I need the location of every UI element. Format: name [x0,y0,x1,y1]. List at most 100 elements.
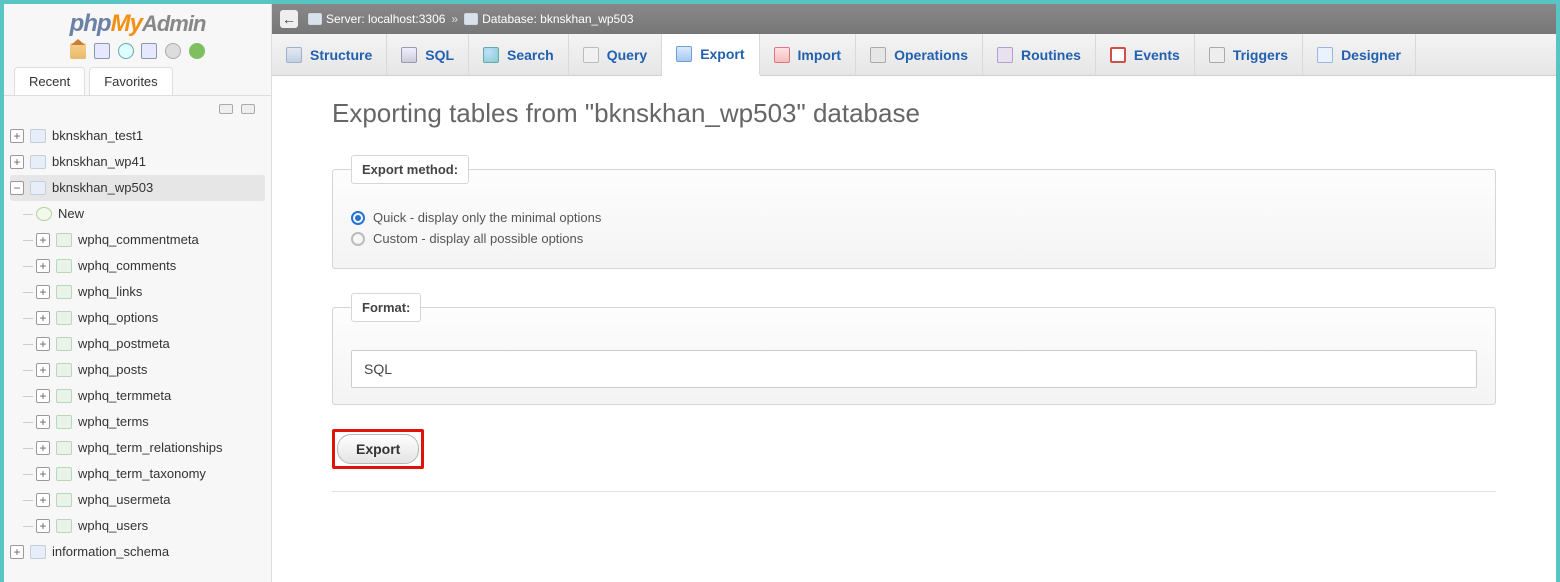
expand-icon[interactable]: + [36,467,50,481]
expand-icon[interactable]: + [36,441,50,455]
export-button[interactable]: Export [337,434,419,464]
breadcrumb: ← Server: localhost:3306 » Database: bkn… [272,4,1556,34]
query-icon [583,47,599,63]
tab-label: Events [1134,47,1180,63]
table-label: wphq_posts [78,362,147,377]
table-node[interactable]: + wphq_term_taxonomy [36,461,265,487]
table-node[interactable]: +wphq_comments [36,253,265,279]
tab-events[interactable]: Events [1096,34,1195,75]
table-icon [56,285,72,299]
page-title: Exporting tables from "bknskhan_wp503" d… [332,98,1496,129]
expand-icon[interactable]: + [10,129,24,143]
export-method-legend: Export method: [351,155,469,184]
export-method-box: Export method: Quick - display only the … [332,155,1496,269]
db-label: information_schema [52,544,169,559]
triggers-icon [1209,47,1225,63]
structure-icon [286,47,302,63]
tab-label: Query [607,47,647,63]
tab-search[interactable]: Search [469,34,569,75]
format-select[interactable]: SQL [351,350,1477,388]
table-label: wphq_postmeta [78,336,170,351]
tab-label: Triggers [1233,47,1288,63]
table-node[interactable]: +wphq_links [36,279,265,305]
docs-icon[interactable] [118,43,134,59]
tab-query[interactable]: Query [569,34,662,75]
tab-favorites[interactable]: Favorites [89,67,172,95]
table-node[interactable]: +wphq_terms [36,409,265,435]
db-node[interactable]: + bknskhan_wp41 [10,149,265,175]
db-node[interactable]: + information_schema [10,539,265,565]
table-node[interactable]: + wphq_postmeta [36,331,265,357]
back-button[interactable]: ← [280,10,298,28]
sidebar: phpMyAdmin Recent Favorites + bknskhan_t… [4,4,272,582]
table-node[interactable]: +wphq_usermeta [36,487,265,513]
expand-icon[interactable]: + [36,233,50,247]
database-icon [30,129,46,143]
logo[interactable]: phpMyAdmin [4,4,271,40]
db-node[interactable]: + bknskhan_test1 [10,123,265,149]
table-icon [56,493,72,507]
export-icon [676,46,692,62]
tab-structure[interactable]: Structure [272,34,387,75]
database-icon [464,13,478,25]
server-name[interactable]: localhost:3306 [368,12,445,26]
tab-designer[interactable]: Designer [1303,34,1416,75]
table-node[interactable]: +wphq_users [36,513,265,539]
database-icon [30,155,46,169]
tab-import[interactable]: Import [760,34,857,75]
radio-icon[interactable] [351,232,365,246]
collapse-all-icon[interactable] [219,104,233,114]
table-label: wphq_term_taxonomy [78,466,206,481]
tab-label: Structure [310,47,372,63]
table-icon [56,337,72,351]
expand-icon[interactable]: + [36,415,50,429]
expand-icon[interactable]: + [36,493,50,507]
operations-icon [870,47,886,63]
tab-recent[interactable]: Recent [14,67,85,95]
database-name[interactable]: bknskhan_wp503 [540,12,633,26]
tab-export[interactable]: Export [662,34,759,76]
home-icon[interactable] [70,43,86,59]
collapse-icon[interactable]: − [10,181,24,195]
tab-operations[interactable]: Operations [856,34,983,75]
expand-icon[interactable]: + [36,519,50,533]
tab-routines[interactable]: Routines [983,34,1096,75]
table-label: wphq_options [78,310,158,325]
table-node[interactable]: +wphq_term_relationships [36,435,265,461]
db-label: bknskhan_test1 [52,128,143,143]
tree-new[interactable]: New [36,201,265,227]
logout-icon[interactable] [94,43,110,59]
expand-icon[interactable]: + [10,545,24,559]
expand-icon[interactable]: + [36,337,50,351]
database-label: Database: [482,12,537,26]
db-node-selected[interactable]: − bknskhan_wp503 [10,175,265,201]
navpanel-settings-icon[interactable] [141,43,157,59]
table-icon [56,467,72,481]
sidebar-quick-icons [4,40,271,67]
expand-icon[interactable]: + [36,363,50,377]
tab-triggers[interactable]: Triggers [1195,34,1303,75]
refresh-icon[interactable] [189,43,205,59]
database-icon [30,545,46,559]
table-node[interactable]: + wphq_posts [36,357,265,383]
table-node[interactable]: + wphq_options [36,305,265,331]
expand-icon[interactable]: + [36,389,50,403]
table-icon [56,311,72,325]
radio-icon[interactable] [351,211,365,225]
table-icon [56,363,72,377]
table-node[interactable]: +wphq_commentmeta [36,227,265,253]
radio-custom[interactable]: Custom - display all possible options [351,231,1477,246]
expand-icon[interactable]: + [36,311,50,325]
unlink-icon[interactable] [241,104,255,114]
expand-icon[interactable]: + [10,155,24,169]
designer-icon [1317,47,1333,63]
reload-nav-icon[interactable] [165,43,181,59]
db-tree: + bknskhan_test1 + bknskhan_wp41 − bknsk… [4,123,271,565]
table-icon [56,441,72,455]
tab-label: SQL [425,47,454,63]
tab-sql[interactable]: SQL [387,34,469,75]
expand-icon[interactable]: + [36,259,50,273]
table-node[interactable]: +wphq_termmeta [36,383,265,409]
expand-icon[interactable]: + [36,285,50,299]
radio-quick[interactable]: Quick - display only the minimal options [351,210,1477,225]
